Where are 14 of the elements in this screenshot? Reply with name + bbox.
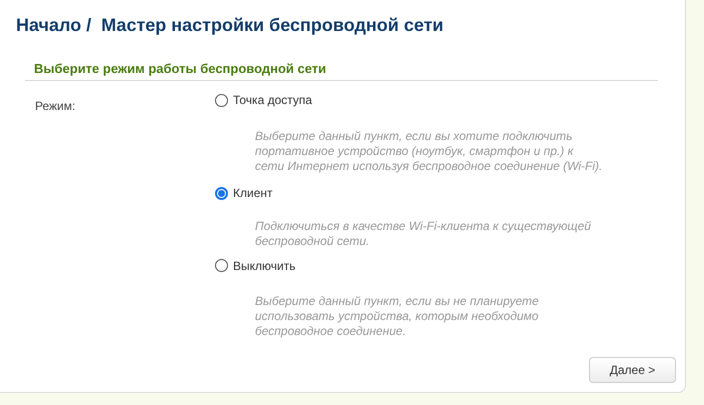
page-title: Мастер настройки беспроводной сети bbox=[101, 15, 444, 36]
radio-option[interactable]: Точка доступа bbox=[215, 93, 312, 107]
radio-icon[interactable] bbox=[215, 94, 228, 106]
section-title: Выберите режим работы беспроводной сети bbox=[25, 61, 658, 81]
breadcrumb-home[interactable]: Начало / bbox=[16, 15, 92, 36]
radio-icon[interactable] bbox=[215, 259, 228, 272]
field-label: Режим: bbox=[34, 98, 76, 115]
option-description: Выберите данный пункт, если вы не планируете использовать устройства, которым необходимо беспроводное соединение. bbox=[255, 294, 540, 339]
radio-icon[interactable] bbox=[215, 186, 228, 200]
radio-option[interactable]: Выключить bbox=[215, 258, 296, 272]
radio-option[interactable]: Клиент bbox=[215, 186, 272, 200]
option-description: Выберите данный пункт, если вы хотите подключить портативное устройство (ноутбук, смартфон и пр.) к сети Интернет используя беспроводное соединение (Wi-Fi). bbox=[255, 128, 604, 174]
option-description: Подключиться в качестве Wi-Fi-клиента к существующей беспроводной сети. bbox=[255, 218, 592, 248]
next-button[interactable]: Далее > bbox=[589, 357, 676, 383]
